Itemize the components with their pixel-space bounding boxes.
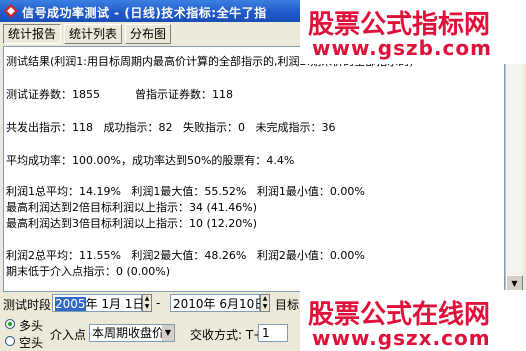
watermark-top: 股票公式指标网 www.gszb.com	[300, 0, 526, 64]
tab-distribution[interactable]: 分布图	[125, 24, 172, 44]
end-date-picker[interactable]: 2010年 6月10日	[170, 294, 266, 312]
watermark-bottom: 股票公式在线网 www.gszx.com	[300, 290, 526, 351]
long-radio[interactable]	[5, 319, 15, 329]
trade-mode-label: 交收方式: T+	[190, 328, 264, 342]
short-radio-label[interactable]: 空头	[19, 334, 43, 351]
app-logo-icon	[4, 4, 18, 18]
entry-point-select[interactable]: 本周期收盘价 ▼	[89, 324, 175, 342]
report-line-profit2: 利润2总平均：11.55% 利润2最大值：48.26% 利润2最小值：0.00%	[6, 249, 365, 262]
report-text-area[interactable]: 测试结果(利润1:用目标周期内最高价计算的全部指示的,利润2:期末价的全部指示的…	[3, 46, 505, 292]
report-line-below-entry: 期末低于介入点指示：0 (0.00%)	[6, 265, 171, 278]
vertical-scrollbar[interactable]: ▲ ▼	[505, 46, 523, 292]
chevron-down-icon[interactable]: ▼	[162, 325, 174, 341]
entry-point-value: 本周期收盘价	[92, 326, 165, 340]
start-date-picker[interactable]: 2005年 1月 1日	[52, 294, 145, 312]
target-label: 目标	[275, 298, 300, 312]
report-line-3x-target: 最高利润达到3倍目标利润以上指示：10 (12.20%)	[6, 217, 258, 230]
watermark-top-url: www.gszb.com	[312, 36, 492, 60]
report-line-success-rate: 平均成功率：100.00%，成功率达到50%的股票有：4.4%	[6, 154, 295, 167]
end-date-spinner[interactable]: ▲ ▼	[260, 294, 270, 312]
watermark-bottom-url: www.gszx.com	[312, 326, 491, 350]
date-separator: -	[156, 296, 161, 310]
period-label: 测试时段	[3, 298, 52, 312]
long-radio-label[interactable]: 多头	[19, 317, 43, 334]
report-line-2x-target: 最高利润达到2倍目标利润以上指示：34 (41.46%)	[6, 201, 258, 214]
start-date-spinner[interactable]: ▲ ▼	[142, 294, 152, 312]
report-line-securities: 测试证券数：1855 曾指示证券数：118	[6, 88, 233, 101]
report-line-profit1: 利润1总平均：14.19% 利润1最大值：55.52% 利润1最小值：0.00%	[6, 185, 365, 198]
short-radio[interactable]	[5, 336, 15, 346]
window-title: 信号成功率测试 - (日线)技术指标:全牛了指	[22, 6, 267, 20]
start-date-year: 2005	[55, 297, 86, 311]
trade-days-input[interactable]: 1	[258, 324, 288, 342]
tab-report[interactable]: 统计报告	[3, 24, 62, 44]
tab-list[interactable]: 统计列表	[64, 24, 123, 44]
start-date-rest: 年 1月 1日	[85, 297, 145, 311]
report-line-signals: 共发出指示：118 成功指示：82 失败指示：0 未完成指示：36	[6, 121, 336, 134]
entry-point-label: 介入点	[50, 328, 87, 342]
